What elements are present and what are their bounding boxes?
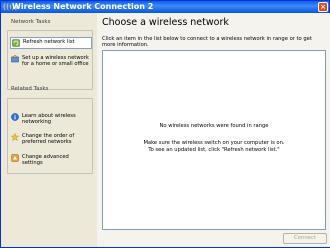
setup-wireless-network-link[interactable]: Set up a wireless network for a home or … [11, 55, 91, 68]
learn-wireless-label: Learn about wireless networking [22, 113, 76, 126]
setup-wireless-network-label: Set up a wireless network for a home or … [22, 55, 89, 68]
info-icon [11, 113, 19, 121]
network-tasks-title: Network Tasks [11, 19, 51, 25]
sidebar: Network Tasks Refresh network list Set u… [2, 13, 97, 247]
refresh-hint-text: Make sure the wireless switch on your co… [143, 140, 285, 153]
wireless-network-window: ((ı)) Wireless Network Connection 2 × Ne… [0, 0, 330, 248]
page-title: Choose a wireless network [102, 17, 229, 28]
main-panel: Choose a wireless network Click an item … [97, 13, 330, 247]
refresh-network-list-link[interactable]: Refresh network list [10, 37, 92, 49]
network-tasks-panel: Refresh network list Set up a wireless n… [7, 30, 93, 90]
title-bar[interactable]: ((ı)) Wireless Network Connection 2 × [1, 1, 329, 13]
empty-list-message: No wireless networks were found in range [159, 123, 269, 129]
close-button[interactable]: × [318, 2, 328, 12]
wireless-network-list[interactable]: No wireless networks were found in range… [102, 50, 326, 230]
change-advanced-settings-link[interactable]: Change advanced settings [11, 154, 91, 167]
refresh-icon [12, 39, 20, 47]
change-network-order-label: Change the order of preferred networks [22, 133, 75, 146]
setup-network-icon [11, 55, 19, 63]
star-icon [11, 133, 19, 141]
learn-wireless-link[interactable]: Learn about wireless networking [11, 113, 91, 126]
instructions-text: Click an item in the list below to conne… [102, 36, 312, 49]
change-advanced-settings-label: Change advanced settings [22, 154, 69, 167]
change-network-order-link[interactable]: Change the order of preferred networks [11, 133, 91, 146]
related-tasks-title: Related Tasks [11, 86, 49, 92]
refresh-network-list-label: Refresh network list [23, 39, 75, 45]
connect-button[interactable]: Connect [283, 233, 327, 244]
settings-icon [11, 154, 19, 162]
window-title: Wireless Network Connection 2 [12, 2, 154, 11]
related-tasks-panel: Learn about wireless networking Change t… [7, 98, 93, 174]
